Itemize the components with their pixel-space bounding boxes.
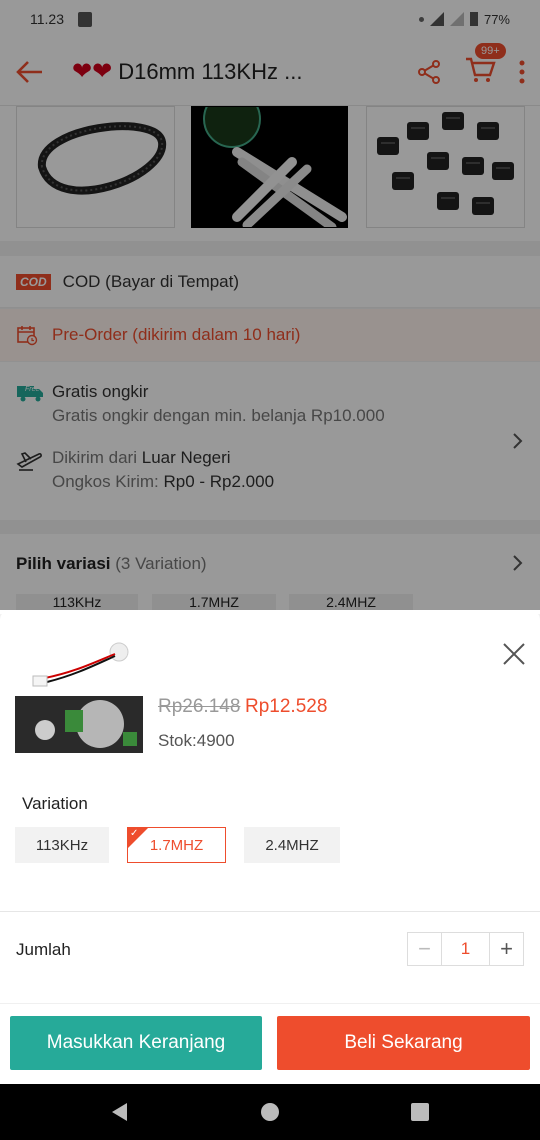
discount-price: Rp12.528 xyxy=(245,696,328,717)
divider xyxy=(0,1003,540,1004)
divider xyxy=(0,911,540,912)
nav-back-icon[interactable] xyxy=(109,1101,129,1123)
quantity-stepper: − 1 + xyxy=(407,932,524,966)
close-icon[interactable] xyxy=(500,640,528,668)
variation-option-113khz[interactable]: 113KHz xyxy=(15,827,109,863)
add-to-cart-button[interactable]: Masukkan Keranjang xyxy=(10,1016,262,1070)
buy-now-button[interactable]: Beli Sekarang xyxy=(277,1016,530,1070)
check-mark: ✓ xyxy=(130,828,139,839)
quantity-input[interactable]: 1 xyxy=(441,933,490,965)
nav-home-icon[interactable] xyxy=(259,1101,281,1123)
system-navigation-bar xyxy=(0,1084,540,1140)
stock-count: Stok:4900 xyxy=(158,731,235,750)
nav-recents-icon[interactable] xyxy=(410,1102,430,1122)
modal-backdrop[interactable] xyxy=(0,0,540,610)
variation-bottom-sheet: Rp26.148 Rp12.528 Stok:4900 Variation 11… xyxy=(0,610,540,1084)
product-image xyxy=(15,632,143,762)
increment-button[interactable]: + xyxy=(490,933,523,965)
variation-label: Variation xyxy=(22,794,88,813)
quantity-label: Jumlah xyxy=(16,940,71,959)
decrement-button[interactable]: − xyxy=(408,933,441,965)
variation-option-2-4mhz[interactable]: 2.4MHZ xyxy=(244,827,340,863)
original-price: Rp26.148 xyxy=(158,696,241,717)
variation-option-1-7mhz[interactable]: ✓ 1.7MHZ xyxy=(127,827,226,863)
